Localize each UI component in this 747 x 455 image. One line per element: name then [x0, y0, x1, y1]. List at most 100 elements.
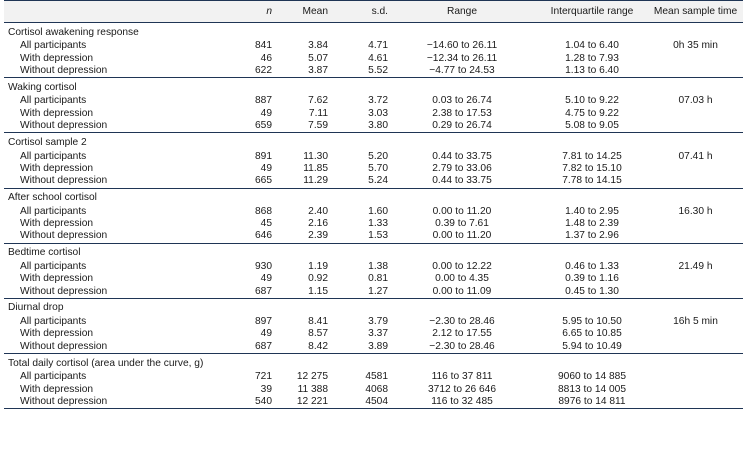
cell-n: 46 — [260, 52, 272, 64]
cell-n: 49 — [260, 328, 272, 340]
section-heading-row: Cortisol awakening response — [4, 23, 743, 41]
cell-range: 0.03 to 26.74 — [432, 95, 492, 107]
cell-mean: 11 388 — [297, 383, 328, 395]
cell-sd: 4.71 — [368, 40, 388, 52]
cell-time — [648, 108, 743, 120]
cell-sd: 4.61 — [368, 52, 388, 64]
section-heading-row: Cortisol sample 2 — [4, 132, 743, 151]
cell-iqr: 1.40 to 2.95 — [565, 205, 619, 217]
cell-sd: 3.80 — [368, 120, 388, 132]
row-label: All participants — [20, 95, 87, 107]
cell-time — [648, 395, 743, 410]
cell-n: 687 — [255, 340, 272, 352]
cell-iqr: 1.48 to 2.39 — [565, 218, 619, 230]
row-label: All participants — [20, 260, 87, 272]
cell-time — [648, 65, 743, 78]
cell-range: 0.00 to 11.09 — [432, 285, 492, 297]
table-row: Without depression 622 3.87 5.52 −4.77 to 24… — [4, 65, 743, 78]
section-title: Diurnal drop — [4, 297, 743, 316]
table-header: n Mean s.d. Range Interquartile range Me… — [4, 0, 743, 23]
cell-time: 07.41 h — [678, 150, 713, 162]
cell-range: 0.00 to 4.35 — [435, 273, 489, 285]
cell-mean: 8.57 — [308, 328, 328, 340]
cell-mean: 7.62 — [308, 95, 328, 107]
table-row: With depression 49 7.11 3.03 2.38 to 17.53 4.… — [4, 108, 743, 120]
cell-n: 45 — [260, 218, 272, 230]
cell-range: 2.38 to 17.53 — [432, 107, 492, 119]
cell-iqr: 1.37 to 2.96 — [565, 230, 619, 242]
cell-sd: 3.79 — [368, 316, 388, 328]
row-label: All participants — [20, 205, 87, 217]
row-label: Without depression — [4, 395, 220, 410]
cell-mean: 1.19 — [308, 260, 328, 272]
table-row: With depression 49 11.85 5.70 2.79 to 33.06 7… — [4, 163, 743, 175]
row-label: With depression — [20, 107, 94, 119]
cell-iqr: 5.95 to 10.50 — [562, 316, 622, 328]
cell-n: 622 — [255, 64, 272, 76]
cell-time — [648, 175, 743, 188]
cell-range: 0.29 to 26.74 — [432, 120, 492, 132]
cell-iqr: 8813 to 14 005 — [558, 383, 626, 395]
table-row: All participants 891 11.30 5.20 0.44 to 33.7… — [4, 150, 743, 162]
cell-sd: 1.53 — [368, 230, 388, 242]
cell-time — [648, 52, 743, 64]
cell-iqr: 5.08 to 9.05 — [565, 120, 619, 132]
cell-iqr: 6.65 to 10.85 — [562, 328, 622, 340]
table-row: Without depression 659 7.59 3.80 0.29 to 26.… — [4, 120, 743, 133]
cell-sd: 1.33 — [368, 218, 388, 230]
row-label: Without depression — [20, 175, 108, 187]
table-row: Without depression 687 8.42 3.89 −2.30 to 28… — [4, 341, 743, 354]
cell-range: 3712 to 26 646 — [428, 383, 496, 395]
cell-mean: 2.40 — [308, 205, 328, 217]
cell-time: 07.03 h — [678, 95, 713, 107]
cell-range: −12.34 to 26.11 — [426, 52, 498, 64]
section-heading-row: After school cortisol — [4, 187, 743, 206]
cell-iqr: 7.78 to 14.15 — [562, 175, 622, 187]
table-row: Without depression 540 12 221 4504 116 to 32… — [4, 395, 743, 410]
row-label: All participants — [20, 150, 87, 162]
table-row: With depression 49 8.57 3.37 2.12 to 17.55 6.… — [4, 328, 743, 340]
cell-time — [648, 163, 743, 175]
header-time: Mean sample time — [648, 0, 743, 23]
cell-n: 659 — [255, 120, 272, 132]
cell-iqr: 7.81 to 14.25 — [562, 150, 622, 162]
cell-iqr: 0.39 to 1.16 — [565, 273, 619, 285]
cell-iqr: 0.45 to 1.30 — [565, 285, 619, 297]
cell-range: 0.44 to 33.75 — [432, 175, 492, 187]
section-title: Total daily cortisol (area under the cur… — [4, 353, 743, 372]
cell-time — [648, 230, 743, 243]
cell-n: 540 — [220, 395, 272, 410]
cell-mean: 7.59 — [308, 120, 328, 132]
cell-range: 0.00 to 11.20 — [432, 230, 492, 242]
cell-n: 646 — [255, 230, 272, 242]
cell-iqr: 5.10 to 9.22 — [565, 95, 619, 107]
row-label: Without depression — [20, 64, 108, 76]
cell-n: 665 — [255, 175, 272, 187]
cell-n: 887 — [255, 95, 272, 107]
table-row: All participants 897 8.41 3.79 −2.30 to 28.4… — [4, 316, 743, 328]
cell-range: 116 to 32 485 — [388, 395, 536, 410]
section-title: Bedtime cortisol — [4, 242, 743, 261]
table-row: Without depression 665 11.29 5.24 0.44 to 33… — [4, 175, 743, 188]
cell-mean: 2.16 — [308, 218, 328, 230]
header-n: n — [220, 0, 272, 23]
cell-iqr: 4.75 to 9.22 — [565, 107, 619, 119]
cell-time — [648, 341, 743, 354]
row-label: Without depression — [20, 120, 108, 132]
table-row: All participants 868 2.40 1.60 0.00 to 11.20… — [4, 206, 743, 218]
cell-sd: 5.24 — [368, 175, 388, 187]
cell-mean: 11.85 — [303, 162, 328, 174]
row-label: With depression — [20, 383, 94, 395]
cell-iqr: 7.82 to 15.10 — [562, 162, 622, 174]
row-label: Without depression — [20, 340, 108, 352]
cell-n: 897 — [255, 316, 272, 328]
cell-n: 930 — [255, 260, 272, 272]
cell-iqr: 1.13 to 6.40 — [565, 64, 619, 76]
row-label: With depression — [20, 218, 94, 230]
row-label: All participants — [20, 40, 87, 52]
table-row: All participants 721 12 275 4581 116 to 37 8… — [4, 371, 743, 383]
cell-mean: 3.84 — [308, 40, 328, 52]
cell-n: 721 — [255, 371, 272, 383]
cell-mean: 12 275 — [296, 371, 328, 383]
cell-sd: 1.60 — [368, 205, 388, 217]
